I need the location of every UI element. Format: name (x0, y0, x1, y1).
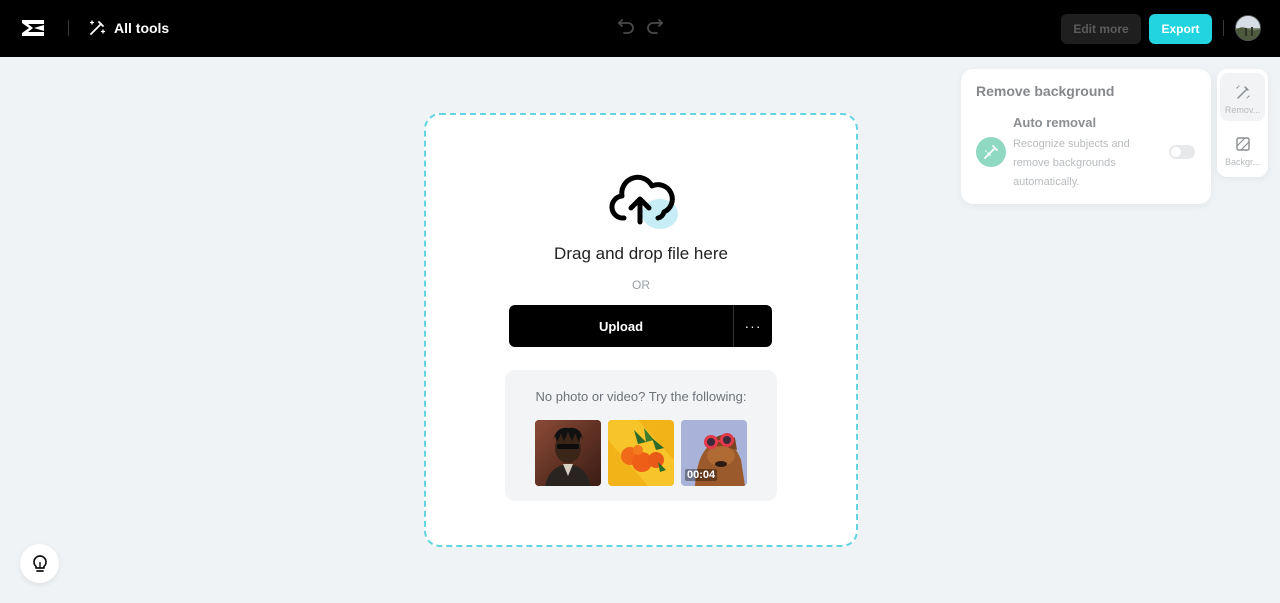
remove-background-panel: Remove background Auto removal Recognize… (961, 69, 1211, 204)
samples-prompt: No photo or video? Try the following: (535, 389, 747, 404)
panel-title: Remove background (976, 83, 1115, 99)
more-options-button[interactable]: ··· (734, 305, 772, 347)
sample-thumbnail-oranges[interactable] (608, 420, 674, 486)
all-tools-label: All tools (114, 20, 170, 36)
sample-thumbnail-dog-video[interactable]: 00:04 (681, 420, 747, 486)
portrait-thumbnail (535, 420, 601, 486)
tool-side-rail: Remov... Backgr... (1217, 69, 1268, 177)
magic-wand-icon (89, 20, 106, 35)
video-duration: 00:04 (685, 469, 718, 481)
rail-item-background[interactable]: Backgr... (1220, 125, 1265, 173)
sample-thumbnail-portrait[interactable] (535, 420, 601, 486)
undo-icon[interactable] (616, 16, 636, 36)
capcut-logo-icon[interactable] (20, 16, 46, 40)
auto-removal-title: Auto removal (1013, 115, 1097, 130)
drag-drop-text: Drag and drop file here (554, 244, 728, 263)
avatar-image (1236, 16, 1260, 40)
cloud-upload-icon (609, 174, 678, 229)
divider (1223, 20, 1224, 36)
auto-removal-icon (976, 137, 1006, 167)
export-button[interactable]: Export (1149, 14, 1212, 44)
rail-label: Remov... (1224, 105, 1261, 115)
upload-button[interactable]: Upload (509, 305, 734, 347)
rail-label: Backgr... (1224, 157, 1260, 167)
auto-removal-toggle[interactable] (1169, 145, 1195, 159)
sample-media-box: No photo or video? Try the following: 00… (505, 370, 777, 501)
background-icon (1235, 137, 1250, 151)
top-bar: All tools Edit more Export (0, 0, 1280, 57)
oranges-thumbnail (608, 420, 674, 486)
divider (68, 20, 69, 36)
edit-more-button[interactable]: Edit more (1061, 14, 1141, 44)
all-tools-button[interactable]: All tools (88, 17, 169, 39)
rail-item-remove-background[interactable]: Remov... (1220, 73, 1265, 121)
tips-lightbulb-button[interactable] (20, 544, 59, 583)
auto-removal-description: Recognize subjects and remove background… (1013, 138, 1130, 188)
upload-dropzone[interactable]: Drag and drop file here OR Upload ··· No… (424, 113, 858, 547)
avatar[interactable] (1235, 15, 1261, 41)
remove-bg-icon (1235, 85, 1250, 99)
upload-button-group: Upload ··· (509, 305, 772, 347)
or-separator: OR (632, 278, 650, 292)
redo-icon[interactable] (645, 16, 665, 36)
lightbulb-icon (32, 554, 47, 572)
